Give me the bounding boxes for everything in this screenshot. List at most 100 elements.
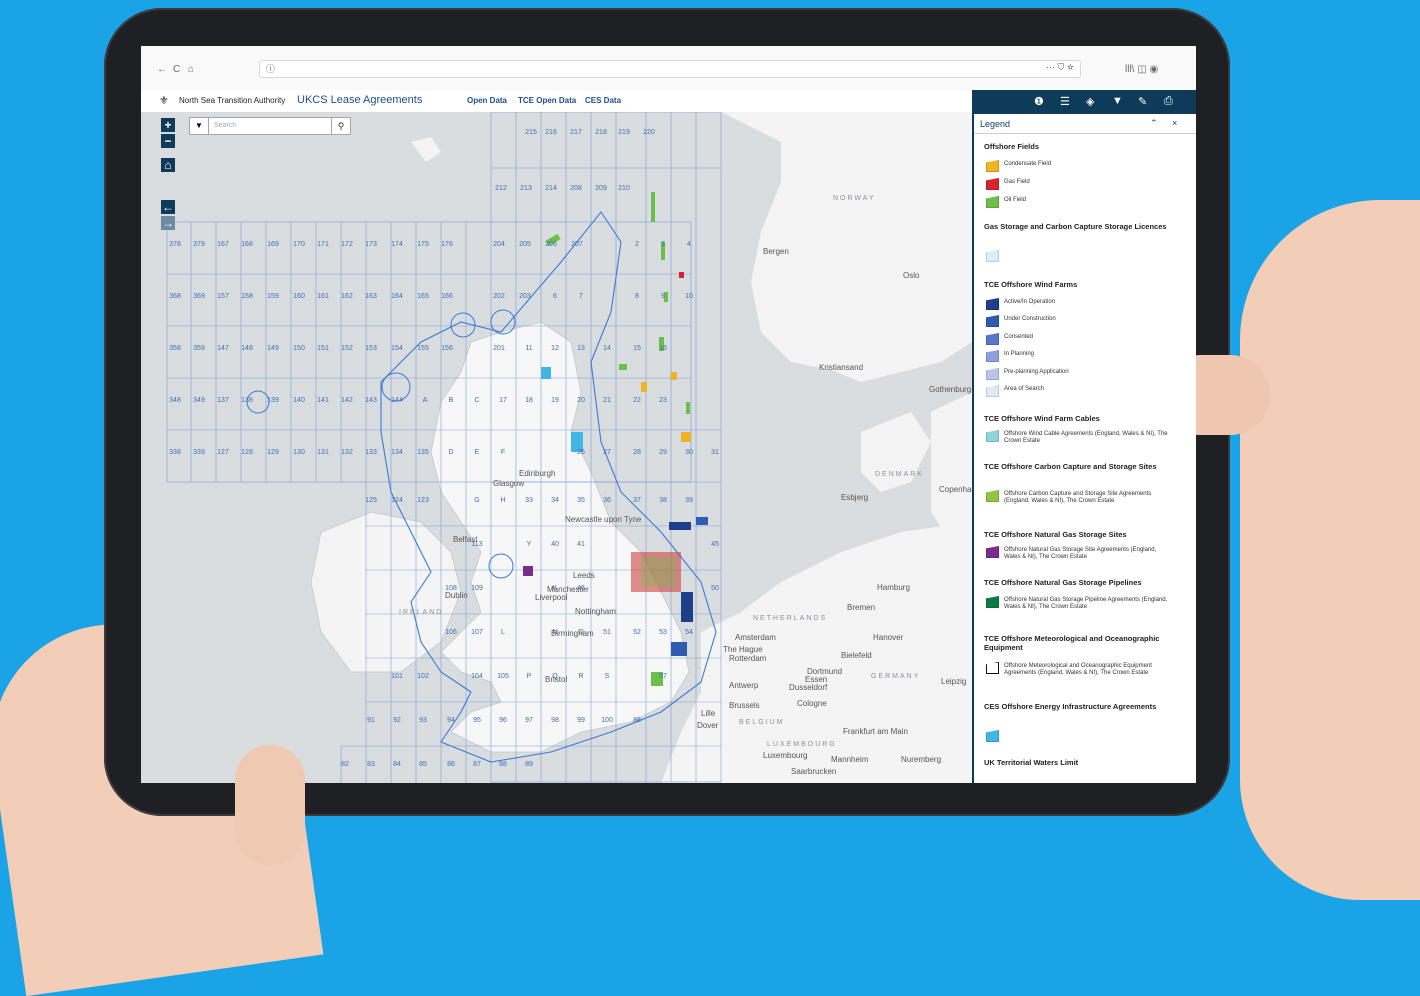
back-icon[interactable]: ←	[157, 64, 167, 75]
grid-block-label: 167	[217, 241, 229, 248]
nav-tce-open-data[interactable]: TCE Open Data	[518, 96, 576, 105]
grid-block-label: 92	[393, 717, 401, 724]
grid-block-label: 147	[217, 345, 229, 352]
grid-block-label: 215	[525, 129, 537, 136]
next-extent-button[interactable]: →	[161, 216, 175, 230]
grid-block-label: 208	[570, 185, 582, 192]
nav-ces-data[interactable]: CES Data	[585, 96, 621, 105]
info-icon[interactable]: ❶	[1034, 95, 1044, 108]
grid-block-label: 53	[659, 629, 667, 636]
grid-block-label: 217	[570, 129, 582, 136]
grid-block-label: 214	[545, 185, 557, 192]
grid-block-label: 40	[551, 541, 559, 548]
grid-block-label: 88	[499, 761, 507, 768]
grid-block-label: 89	[525, 761, 533, 768]
grid-block-label: 39	[685, 497, 693, 504]
grid-block-label: 176	[441, 241, 453, 248]
pencil-icon[interactable]: ✎	[1138, 95, 1147, 108]
place-label: Lille	[701, 709, 716, 718]
home-icon[interactable]: ⌂	[188, 64, 194, 75]
grid-block-label: 51	[603, 629, 611, 636]
grid-block-label: 379	[193, 241, 205, 248]
legend-list-icon[interactable]: ☰	[1060, 95, 1070, 108]
grid-block-label: 35	[577, 497, 585, 504]
grid-block-label: 207	[571, 241, 583, 248]
collapse-icon[interactable]: ⌃	[1150, 118, 1158, 129]
grid-block-label: 144	[391, 397, 403, 404]
library-sidebar-icons[interactable]: lll\ ◫ ◉	[1125, 64, 1158, 75]
grid-block-label: 94	[447, 717, 455, 724]
legend-item-label: Offshore Natural Gas Storage Site Agreem…	[1004, 547, 1157, 560]
search-icon[interactable]: ⚲	[331, 118, 350, 134]
place-label: Liverpool	[535, 593, 568, 602]
print-icon[interactable]: ⎙	[1164, 95, 1173, 108]
grid-block-label: 54	[685, 629, 693, 636]
legend-swatch	[986, 730, 999, 742]
place-label: Edinburgh	[519, 469, 555, 478]
legend-swatch	[986, 178, 999, 190]
legend-item	[986, 250, 1186, 262]
place-label: Nuremberg	[901, 755, 941, 764]
legend-header: Legend ⌃ ×	[974, 115, 1196, 134]
grid-block-label: 155	[417, 345, 429, 352]
place-label: Kristiansand	[819, 363, 863, 372]
grid-block-label: 359	[193, 345, 205, 352]
legend-item: Offshore Natural Gas Storage Site Agreem…	[986, 546, 1186, 560]
place-label: Bremen	[847, 603, 875, 612]
legend-swatch	[986, 430, 999, 442]
browser-toolbar: ← C ⌂ ⓘ ··· ⛉ ☆ lll\ ◫ ◉	[141, 46, 1196, 91]
grid-block-label: 212	[495, 185, 507, 192]
grid-block-label: 141	[317, 397, 329, 404]
grid-block-label: 33	[525, 497, 533, 504]
legend-item: Gas Field	[986, 178, 1186, 190]
zoom-in-button[interactable]: +	[161, 118, 175, 132]
grid-block-label: 3	[661, 241, 665, 248]
url-bar[interactable]: ⓘ ··· ⛉ ☆	[259, 60, 1081, 78]
home-extent-button[interactable]: ⌂	[161, 158, 175, 172]
search-source-dropdown[interactable]: ▼	[190, 118, 209, 134]
grid-block-label: 339	[193, 449, 205, 456]
legend-item: Offshore Natural Gas Storage Pipeline Ag…	[986, 596, 1186, 610]
place-label: Oslo	[903, 271, 920, 280]
legend-item-label: Condensate Field	[1004, 161, 1052, 167]
grid-block-label: 169	[267, 241, 279, 248]
place-label: Nottingham	[575, 607, 616, 616]
legend-swatch	[986, 333, 999, 345]
grid-block-label: 83	[367, 761, 375, 768]
layers-icon[interactable]: ◈	[1086, 95, 1094, 108]
previous-extent-button[interactable]: ←	[161, 200, 175, 214]
grid-block-label: 130	[293, 449, 305, 456]
grid-block-label: 125	[365, 497, 377, 504]
grid-block-label: 10	[685, 293, 693, 300]
land-norway	[721, 112, 972, 382]
crest-logo: ⚜	[159, 95, 169, 107]
reload-icon[interactable]: C	[173, 64, 180, 75]
place-label: Dover	[697, 721, 719, 730]
legend-item-label: Oil Field	[1004, 197, 1027, 203]
filter-icon[interactable]: ▼	[1112, 95, 1123, 107]
grid-block-label: 84	[393, 761, 401, 768]
grid-block-label: 210	[618, 185, 630, 192]
grid-block-label: 15	[633, 345, 641, 352]
page-actions-icon[interactable]: ··· ⛉ ☆	[1046, 62, 1074, 73]
nav-open-data[interactable]: Open Data	[467, 96, 507, 105]
map-view[interactable]: 215 216 217 218 219 220 212 213 214 208 209 210 378 3…	[141, 112, 972, 783]
grid-block-label: 31	[711, 449, 719, 456]
grid-block-label: L	[501, 629, 505, 636]
zoom-out-button[interactable]: −	[161, 134, 175, 148]
site-info-icon[interactable]: ⓘ	[266, 62, 275, 75]
close-icon[interactable]: ×	[1172, 118, 1177, 128]
grid-block-label: 148	[241, 345, 253, 352]
search-input[interactable]: Search	[214, 122, 236, 129]
grid-block-label: 153	[365, 345, 377, 352]
grid-block-label: 170	[293, 241, 305, 248]
grid-block-label: 52	[633, 629, 641, 636]
legend-title: Legend	[980, 119, 1011, 129]
search-box: ▼ Search ⚲	[189, 117, 351, 135]
legend-section-title: Offshore Fields	[984, 142, 1040, 151]
grid-block-label: 204	[493, 241, 505, 248]
grid-block-label: 166	[441, 293, 453, 300]
grid-block-label: 88	[633, 717, 641, 724]
grid-block-label: 206	[545, 241, 557, 248]
grid-block-label: 104	[471, 673, 483, 680]
